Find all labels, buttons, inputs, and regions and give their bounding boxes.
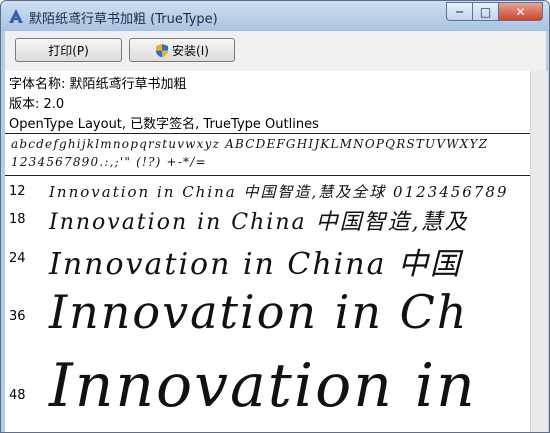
separator <box>5 175 530 176</box>
size-label: 36 <box>9 309 26 324</box>
close-button[interactable]: ✕ <box>499 2 543 21</box>
print-button-label: 打印(P) <box>48 43 89 58</box>
maximize-button[interactable]: □ <box>473 2 499 21</box>
print-button[interactable]: 打印(P) <box>15 38 122 62</box>
install-button-label: 安装(I) <box>172 43 209 58</box>
install-button[interactable]: 安装(I) <box>129 38 235 62</box>
sample-line: Innovation in Ch <box>49 285 469 339</box>
size-label: 48 <box>9 388 26 403</box>
digits-sample: 1234567890.:,;'" (!?) +-*/= <box>11 155 207 169</box>
sample-line: Innovation in China 中国 <box>49 247 463 282</box>
sample-line: Innovation in China 中国智造,慧及 <box>49 210 469 235</box>
size-label: 18 <box>9 212 26 227</box>
toolbar: 打印(P) 安装(I) <box>5 31 546 71</box>
title-bar[interactable]: 默陌纸鸢行草书加粗 (TrueType) ─ □ ✕ <box>1 1 549 31</box>
uac-shield-icon <box>156 43 169 57</box>
font-name-line: 字体名称: 默陌纸鸢行草书加粗 <box>9 77 187 92</box>
font-app-icon <box>9 9 23 23</box>
font-viewer-window: 默陌纸鸢行草书加粗 (TrueType) ─ □ ✕ 打印(P) 安装(I) 字… <box>0 0 550 433</box>
sample-line: Innovation in <box>49 351 477 421</box>
window-controls: ─ □ ✕ <box>446 2 543 21</box>
size-label: 12 <box>9 184 26 199</box>
font-features-line: OpenType Layout, 已数字签名, TrueType Outline… <box>9 117 319 132</box>
font-version-line: 版本: 2.0 <box>9 97 65 112</box>
sample-line: Innovation in China 中国智造,慧及全球 0123456789 <box>49 183 509 201</box>
separator <box>5 133 530 134</box>
vertical-scrollbar[interactable] <box>530 71 548 432</box>
size-label: 24 <box>9 251 26 266</box>
window-title: 默陌纸鸢行草书加粗 (TrueType) <box>29 12 218 27</box>
minimize-button[interactable]: ─ <box>446 2 473 21</box>
alphabet-sample: abcdefghijklmnopqrstuvwxyz ABCDEFGHIJKLM… <box>11 137 489 151</box>
font-preview-area[interactable]: 字体名称: 默陌纸鸢行草书加粗 版本: 2.0 OpenType Layout,… <box>5 71 530 432</box>
